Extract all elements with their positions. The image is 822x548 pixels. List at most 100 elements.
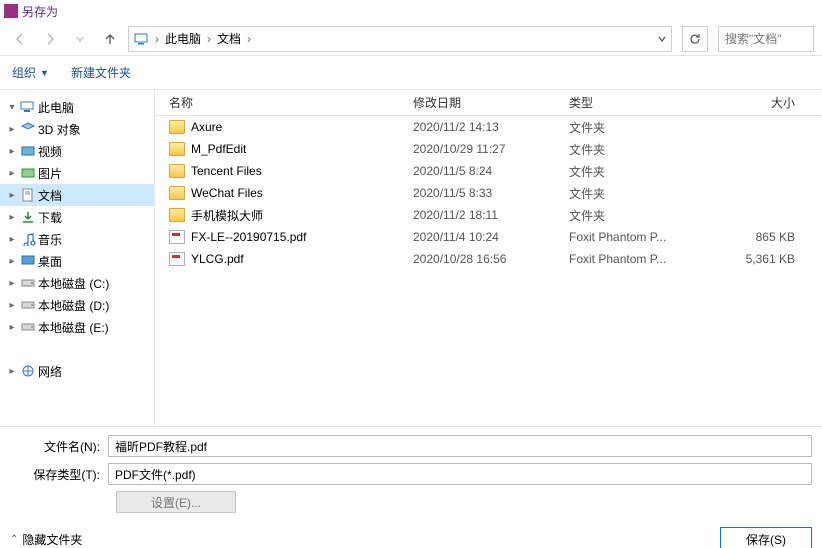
file-row[interactable]: Axure 2020/11/2 14:13文件夹 [155, 116, 822, 138]
file-row[interactable]: Tencent Files 2020/11/5 8:24文件夹 [155, 160, 822, 182]
chevron-right-icon: › [247, 32, 251, 46]
expand-icon[interactable]: ▸ [6, 124, 18, 135]
expand-icon[interactable]: ▸ [6, 212, 18, 223]
app-icon [4, 4, 18, 18]
tree-item-label: 文档 [38, 187, 62, 204]
file-date: 2020/11/5 8:24 [413, 164, 569, 178]
doc-icon [20, 187, 36, 203]
file-date: 2020/10/29 11:27 [413, 142, 569, 156]
tree-item[interactable]: ▸本地磁盘 (E:) [0, 316, 154, 338]
pdf-icon [169, 230, 185, 244]
file-name: Axure [191, 120, 222, 134]
save-button[interactable]: 保存(S) [720, 527, 812, 548]
file-size: 865 KB [715, 230, 805, 244]
file-row[interactable]: YLCG.pdf2020/10/28 16:56Foxit Phantom P.… [155, 248, 822, 270]
file-type: 文件夹 [569, 185, 715, 202]
address-dropdown-icon[interactable] [657, 34, 667, 44]
tree-item[interactable]: ▸ 文档 [0, 184, 154, 206]
filename-label: 文件名(N): [10, 438, 108, 455]
organize-menu[interactable]: 组织 [12, 64, 36, 81]
expand-icon[interactable]: ▸ [6, 278, 18, 289]
file-date: 2020/10/28 16:56 [413, 252, 569, 266]
file-list: 名称 修改日期 类型 大小 Axure2020/11/2 14:13文件夹M_P… [155, 90, 822, 426]
file-type: 文件夹 [569, 119, 715, 136]
file-name: Tencent Files [191, 164, 262, 178]
tree-item[interactable]: ▸ 网络 [0, 360, 154, 382]
file-date: 2020/11/2 18:11 [413, 208, 569, 222]
tree-item-label: 本地磁盘 (D:) [38, 297, 109, 314]
expand-icon[interactable]: ▸ [6, 168, 18, 179]
col-date[interactable]: 修改日期 [413, 94, 569, 111]
file-size: 5,361 KB [715, 252, 805, 266]
file-row[interactable]: M_PdfEdit2020/10/29 11:27文件夹 [155, 138, 822, 160]
folder-icon [169, 120, 185, 134]
chevron-right-icon: › [207, 32, 211, 46]
expand-icon[interactable]: ▸ [6, 366, 18, 377]
refresh-button[interactable] [682, 26, 708, 52]
pc-icon [133, 31, 149, 47]
file-name: M_PdfEdit [191, 142, 246, 156]
expand-icon[interactable]: ▸ [6, 234, 18, 245]
file-row[interactable]: WeChat Files2020/11/5 8:33文件夹 [155, 182, 822, 204]
expand-icon[interactable]: ▸ [6, 256, 18, 267]
pic-icon [20, 165, 36, 181]
folder-icon [169, 208, 185, 222]
net-icon [20, 363, 36, 379]
file-type: Foxit Phantom P... [569, 230, 715, 244]
chevron-right-icon: › [155, 32, 159, 46]
forward-button[interactable] [38, 27, 62, 51]
tree-item[interactable]: ▸ 下载 [0, 206, 154, 228]
tree-item[interactable]: ▸ 3D 对象 [0, 118, 154, 140]
file-row[interactable]: 手机模拟大师2020/11/2 18:11文件夹 [155, 204, 822, 226]
tree-item[interactable]: ▸音乐 [0, 228, 154, 250]
tree-item-label: 3D 对象 [38, 121, 81, 138]
tree-item-label: 下载 [38, 209, 62, 226]
tree-item[interactable]: ▸ 图片 [0, 162, 154, 184]
toolbar: 组织 ▼ 新建文件夹 [0, 56, 822, 90]
disk-icon [20, 319, 36, 335]
tree-item[interactable] [0, 338, 154, 360]
dropdown-icon[interactable]: ▼ [40, 68, 49, 78]
settings-button[interactable]: 设置(E)... [116, 491, 236, 513]
file-row[interactable]: FX-LE--20190715.pdf2020/11/4 10:24Foxit … [155, 226, 822, 248]
folder-icon [169, 142, 185, 156]
tree-item-label: 此电脑 [38, 99, 74, 116]
collapse-icon[interactable]: ⌃ [10, 534, 18, 545]
tree-item[interactable]: ▸本地磁盘 (C:) [0, 272, 154, 294]
back-button[interactable] [8, 27, 32, 51]
tree-item[interactable]: ▸ 本地磁盘 (D:) [0, 294, 154, 316]
title-bar: 另存为 [0, 0, 822, 22]
expand-icon[interactable]: ▸ [6, 300, 18, 311]
column-headers: 名称 修改日期 类型 大小 [155, 90, 822, 116]
desk-icon [20, 253, 36, 269]
navigation-row: › 此电脑 › 文档 › 搜索"文档" [0, 22, 822, 56]
address-bar[interactable]: › 此电脑 › 文档 › [128, 26, 672, 52]
dl-icon [20, 209, 36, 225]
save-fields: 文件名(N): 福昕PDF教程.pdf 保存类型(T): PDF文件(*.pdf… [0, 426, 822, 519]
breadcrumb-seg-pc[interactable]: 此电脑 [165, 30, 201, 47]
breadcrumb-seg-docs[interactable]: 文档 [217, 30, 241, 47]
tree-item-label: 网络 [38, 363, 62, 380]
file-name: WeChat Files [191, 186, 263, 200]
filename-input[interactable]: 福昕PDF教程.pdf [108, 435, 812, 457]
file-type: 文件夹 [569, 163, 715, 180]
expand-icon[interactable]: ▸ [6, 190, 18, 201]
recent-dropdown[interactable] [68, 27, 92, 51]
new-folder-button[interactable]: 新建文件夹 [71, 64, 131, 81]
file-date: 2020/11/2 14:13 [413, 120, 569, 134]
col-type[interactable]: 类型 [569, 94, 715, 111]
expand-icon[interactable]: ▾ [6, 102, 18, 113]
expand-icon[interactable]: ▸ [6, 146, 18, 157]
col-size[interactable]: 大小 [715, 94, 805, 111]
search-input[interactable]: 搜索"文档" [718, 26, 814, 52]
tree-item-label: 图片 [38, 165, 62, 182]
up-button[interactable] [98, 27, 122, 51]
folder-tree: ▾此电脑▸3D 对象▸视频▸图片▸文档▸下载▸音乐▸桌面▸本地磁盘 (C:)▸本… [0, 90, 155, 426]
tree-item[interactable]: ▸视频 [0, 140, 154, 162]
filetype-select[interactable]: PDF文件(*.pdf) [108, 463, 812, 485]
hide-folders-link[interactable]: 隐藏文件夹 [22, 531, 82, 548]
tree-item[interactable]: ▸桌面 [0, 250, 154, 272]
col-name[interactable]: 名称 [155, 94, 413, 111]
expand-icon[interactable]: ▸ [6, 322, 18, 333]
tree-item[interactable]: ▾ 此电脑 [0, 96, 154, 118]
